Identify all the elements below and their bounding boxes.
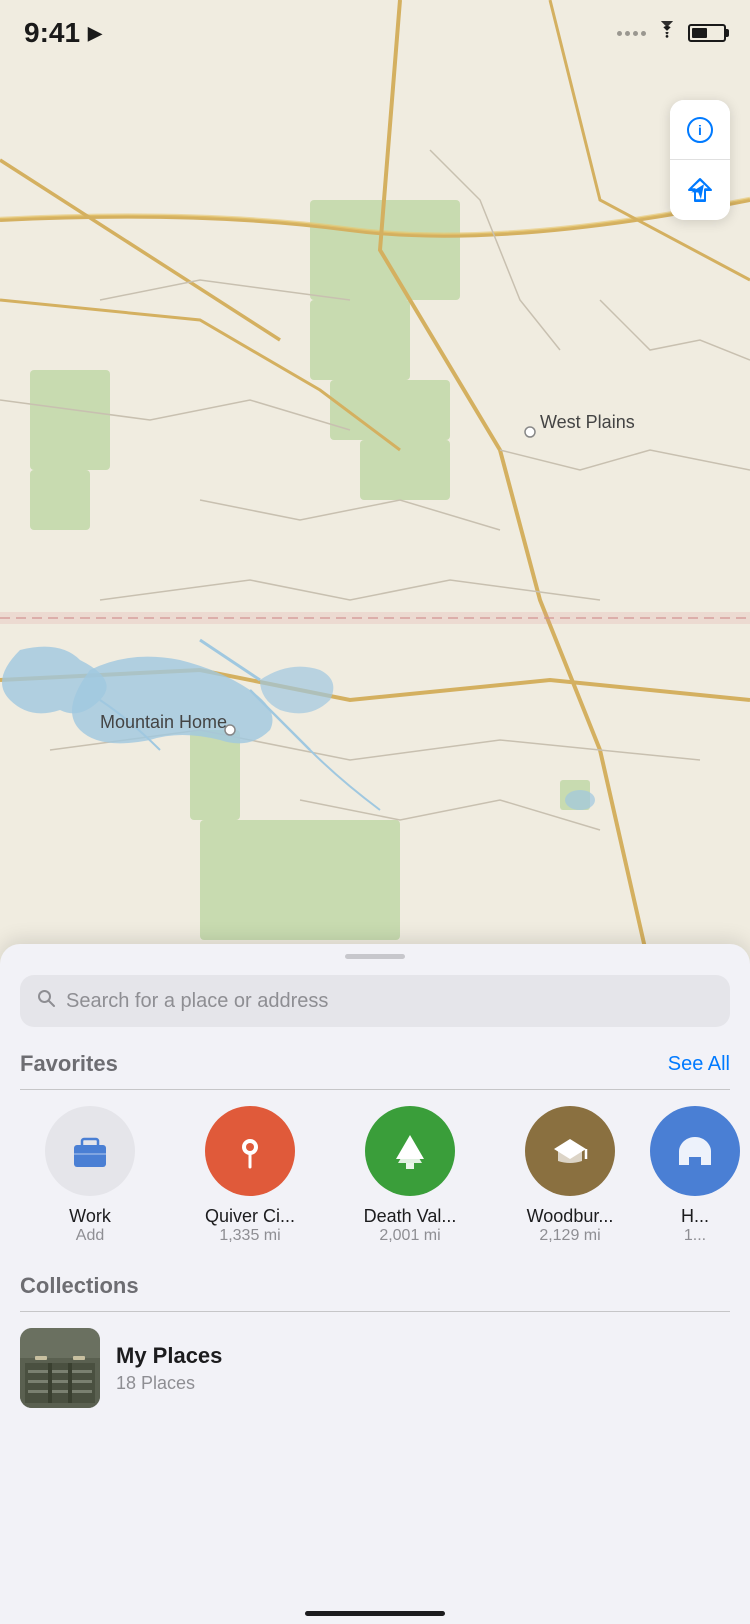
status-bar: 9:41 ▶ [0, 0, 750, 54]
favorite-item-death-valley[interactable]: Death Val... 2,001 mi [330, 1106, 490, 1245]
quiver-detail: 1,335 mi [219, 1227, 280, 1245]
collections-divider [20, 1311, 730, 1312]
location-button[interactable] [670, 160, 730, 220]
collection-name: My Places [116, 1343, 222, 1369]
location-arrow-icon: ▶ [88, 23, 102, 44]
map-controls-panel: i [670, 100, 730, 220]
favorite-item-work[interactable]: Work Add [10, 1106, 170, 1245]
work-label: Work [69, 1206, 111, 1227]
favorites-title: Favorites [20, 1051, 118, 1077]
search-bar[interactable]: Search for a place or address [20, 975, 730, 1027]
quiver-icon [205, 1106, 295, 1196]
map-view[interactable]: West Plains Mountain Home i [0, 0, 750, 970]
svg-text:West Plains: West Plains [540, 412, 635, 432]
drag-handle[interactable] [345, 954, 405, 959]
home-indicator [305, 1611, 445, 1616]
favorites-row: Work Add Quiver Ci... 1,335 mi [0, 1106, 750, 1245]
death-valley-label: Death Val... [364, 1206, 457, 1227]
cellular-signal-icon [617, 31, 646, 36]
battery-icon [688, 24, 726, 42]
favorites-divider [20, 1089, 730, 1090]
work-icon [45, 1106, 135, 1196]
work-detail: Add [76, 1227, 104, 1245]
partial-icon [650, 1106, 740, 1196]
woodbury-detail: 2,129 mi [539, 1227, 600, 1245]
death-valley-icon [365, 1106, 455, 1196]
status-right-icons [617, 21, 726, 45]
search-icon [36, 988, 56, 1014]
status-time: 9:41 ▶ [24, 17, 102, 49]
quiver-label: Quiver Ci... [205, 1206, 295, 1227]
svg-text:Mountain Home: Mountain Home [100, 712, 227, 732]
favorite-item-quiver[interactable]: Quiver Ci... 1,335 mi [170, 1106, 330, 1245]
collection-info: My Places 18 Places [116, 1343, 222, 1394]
time-display: 9:41 [24, 17, 80, 49]
woodbury-icon [525, 1106, 615, 1196]
wifi-icon [656, 21, 678, 45]
partial-label: H... [681, 1206, 709, 1227]
favorites-header: Favorites See All [0, 1051, 750, 1077]
partial-detail: 1... [684, 1227, 706, 1245]
search-placeholder: Search for a place or address [66, 990, 328, 1013]
death-valley-detail: 2,001 mi [379, 1227, 440, 1245]
info-button[interactable]: i [670, 100, 730, 160]
collection-item-my-places[interactable]: My Places 18 Places [0, 1328, 750, 1408]
svg-text:i: i [698, 122, 702, 138]
collection-count: 18 Places [116, 1373, 222, 1394]
favorite-item-partial[interactable]: H... 1... [650, 1106, 740, 1245]
woodbury-label: Woodbur... [527, 1206, 614, 1227]
favorite-item-woodbury[interactable]: Woodbur... 2,129 mi [490, 1106, 650, 1245]
collections-header: Collections [0, 1273, 750, 1299]
see-all-button[interactable]: See All [668, 1053, 730, 1076]
collections-title: Collections [20, 1273, 139, 1299]
bottom-sheet: Search for a place or address Favorites … [0, 944, 750, 1624]
collection-thumbnail [20, 1328, 100, 1408]
